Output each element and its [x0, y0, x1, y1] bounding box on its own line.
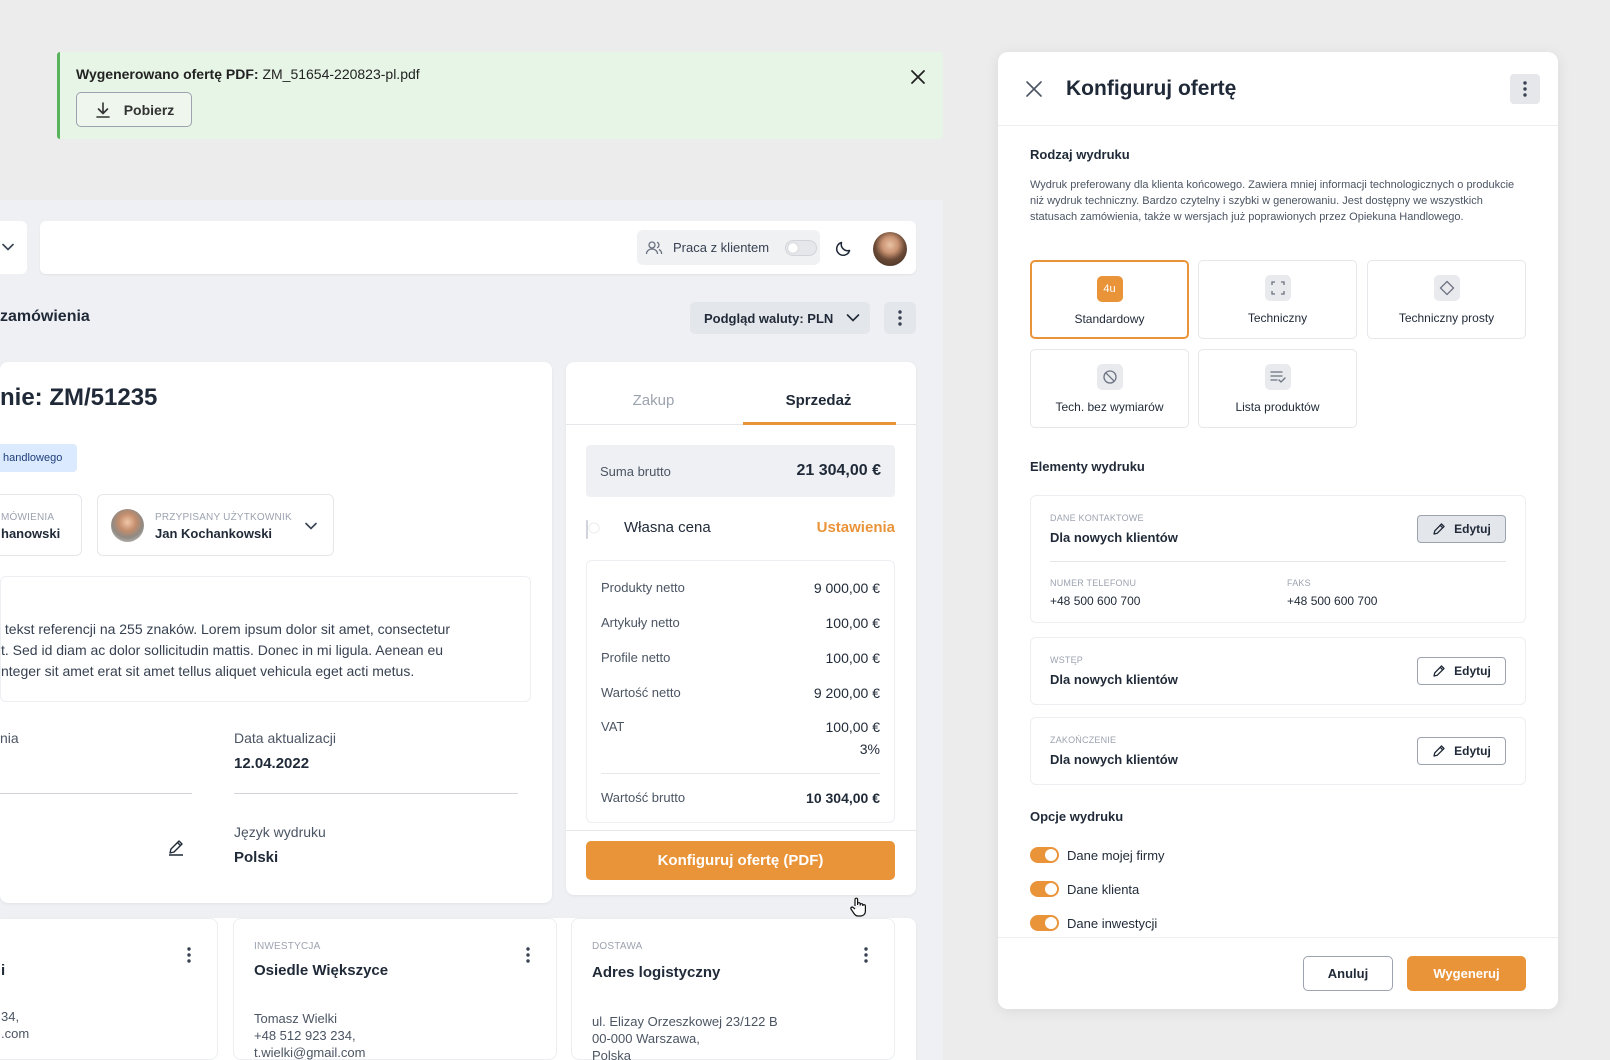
print-elements-title: Elementy wydruku: [1030, 459, 1145, 474]
list-check-icon: [1264, 364, 1291, 390]
own-price-row: Własna cena Ustawienia: [586, 518, 895, 540]
tab-sale[interactable]: Sprzedaż: [741, 392, 896, 409]
toggle-switch[interactable]: [1030, 881, 1059, 897]
update-date-label: Data aktualizacji: [234, 730, 336, 746]
configure-offer-panel: Konfiguruj ofertę Rodzaj wydruku Wydruk …: [998, 52, 1558, 1009]
investment-card: INWESTYCJA Osiedle Większyce Tomasz Wiel…: [233, 918, 557, 1060]
ending-box: ZAKOŃCZENIE Dla nowych klientów Edytuj: [1030, 717, 1526, 785]
update-date-value: 12.04.2022: [234, 755, 310, 772]
diamond-icon: [1433, 275, 1460, 301]
toggle-switch[interactable]: [785, 239, 818, 256]
order-title: nie: ZM/51235: [0, 384, 158, 411]
page-title: zamówienia: [0, 308, 90, 325]
assigned-user-select[interactable]: PRZYPISANY UŻYTKOWNIK Jan Kochankowski: [97, 494, 334, 556]
close-icon[interactable]: [907, 66, 929, 88]
panel-header: Konfiguruj ofertę: [998, 52, 1558, 126]
divider: [0, 793, 192, 794]
toast-message: Wygenerowano ofertę PDF: ZM_51654-220823…: [76, 66, 420, 82]
toggle-switch[interactable]: [1030, 915, 1059, 931]
kebab-icon: [1523, 81, 1527, 97]
vat-rate: 3%: [859, 741, 880, 757]
kebab-icon[interactable]: [187, 947, 191, 963]
toggle-switch[interactable]: [1030, 847, 1059, 863]
panel-title: Konfiguruj ofertę: [1066, 77, 1237, 100]
download-icon: [94, 101, 112, 119]
edit-ending-button[interactable]: Edytuj: [1417, 737, 1506, 765]
divider: [1050, 561, 1506, 562]
panel-more-button[interactable]: [1510, 74, 1540, 104]
edit-intro-button[interactable]: Edytuj: [1417, 657, 1506, 685]
download-button[interactable]: Pobierz: [76, 92, 192, 127]
chevron-down-icon: [305, 520, 317, 532]
price-breakdown: Produkty netto 9 000,00 € Artykuły netto 1…: [586, 560, 895, 823]
generate-button[interactable]: Wygeneruj: [1407, 956, 1526, 991]
work-with-client-toggle[interactable]: Praca z klientem: [637, 230, 820, 265]
breakdown-row: Profile netto 100,00 €: [601, 650, 880, 666]
edit-pencil-icon[interactable]: [167, 838, 185, 856]
chevron-down-icon: [845, 310, 861, 326]
success-toast: Wygenerowano ofertę PDF: ZM_51654-220823…: [57, 52, 943, 139]
gross-value-row: Wartość brutto 10 304,00 €: [601, 790, 880, 806]
kebab-icon[interactable]: [864, 947, 868, 963]
print-type-product-list[interactable]: Lista produktów: [1198, 349, 1357, 428]
print-type-standard[interactable]: 4u Standardowy: [1030, 260, 1189, 339]
breakdown-row: Produkty netto 9 000,00 €: [601, 580, 880, 596]
divider: [566, 830, 916, 831]
order-card: nie: ZM/51235 handlowego MÓWIENIA hanows…: [0, 362, 552, 903]
bottom-cards-row: i 34, .com INWESTYCJA Osiedle Większyce …: [0, 918, 916, 1060]
pencil-icon: [1432, 744, 1446, 758]
reference-text-box: tekst referencji na 255 znaków. Lorem ip…: [0, 576, 531, 702]
own-price-toggle[interactable]: [586, 520, 588, 539]
avatar: [111, 509, 144, 542]
configure-offer-button[interactable]: Konfiguruj ofertę (PDF): [586, 841, 895, 880]
print-type-description: Wydruk preferowany dla klienta końcowego…: [1030, 179, 1515, 223]
vat-row: VAT 100,00 €: [601, 719, 880, 735]
print-options-title: Opcje wydruku: [1030, 809, 1124, 824]
pencil-icon: [1432, 522, 1446, 536]
user-select-partial[interactable]: MÓWIENIA hanowski: [0, 494, 82, 556]
active-tab-indicator: [743, 422, 896, 425]
hand-cursor-icon: [849, 897, 867, 917]
delivery-card: DOSTAWA Adres logistyczny ul. Elizay Orz…: [571, 918, 895, 1060]
print-type-no-dimensions[interactable]: Tech. bez wymiarów: [1030, 349, 1189, 428]
moon-icon[interactable]: [834, 238, 854, 258]
toast-filename: ZM_51654-220823-pl.pdf: [262, 66, 420, 82]
print-language-label: Język wydruku: [234, 824, 326, 840]
panel-footer: Anuluj Wygeneruj: [998, 937, 1558, 1009]
print-type-technical-simple[interactable]: Techniczny prosty: [1367, 260, 1526, 339]
edit-contact-button[interactable]: Edytuj: [1417, 515, 1506, 543]
currency-preview-dropdown[interactable]: Podgląd waluty: PLN: [690, 302, 870, 334]
chevron-down-icon: [2, 241, 14, 253]
scan-frame-icon: [1264, 275, 1291, 301]
option-client-data: Dane klienta: [1030, 881, 1139, 897]
cancel-button[interactable]: Anuluj: [1303, 956, 1393, 991]
more-options-button[interactable]: [884, 302, 916, 334]
print-type-technical[interactable]: Techniczny: [1198, 260, 1357, 339]
breakdown-row: Wartość netto 9 200,00 €: [601, 685, 880, 701]
option-my-company: Dane mojej firmy: [1030, 847, 1165, 863]
settings-link[interactable]: Ustawienia: [817, 519, 895, 536]
kebab-icon: [898, 310, 902, 326]
gross-sum-box: Suma brutto 21 304,00 €: [586, 445, 895, 497]
status-badge: handlowego: [0, 444, 77, 472]
no-sign-icon: [1096, 364, 1123, 390]
intro-box: WSTĘP Dla nowych klientów Edytuj: [1030, 637, 1526, 705]
divider: [234, 793, 518, 794]
users-icon: [645, 239, 663, 257]
client-card: i 34, .com: [0, 918, 218, 1060]
pricing-card: Zakup Sprzedaż Suma brutto 21 304,00 € W…: [566, 362, 916, 895]
divider: [601, 773, 880, 774]
tab-purchase[interactable]: Zakup: [566, 392, 741, 409]
contact-data-box: DANE KONTAKTOWE Dla nowych klientów Edyt…: [1030, 495, 1526, 623]
avatar[interactable]: [873, 232, 907, 266]
kebab-icon[interactable]: [526, 947, 530, 963]
print-type-title: Rodzaj wydruku: [1030, 147, 1130, 162]
print-language-value: Polski: [234, 849, 279, 866]
close-icon[interactable]: [1024, 79, 1044, 99]
breakdown-row: Artykuły netto 100,00 €: [601, 615, 880, 631]
4u-icon: 4u: [1096, 276, 1123, 302]
sidebar-dropdown[interactable]: [0, 221, 27, 274]
option-investment-data: Dane inwestycji: [1030, 915, 1157, 931]
pencil-icon: [1432, 664, 1446, 678]
